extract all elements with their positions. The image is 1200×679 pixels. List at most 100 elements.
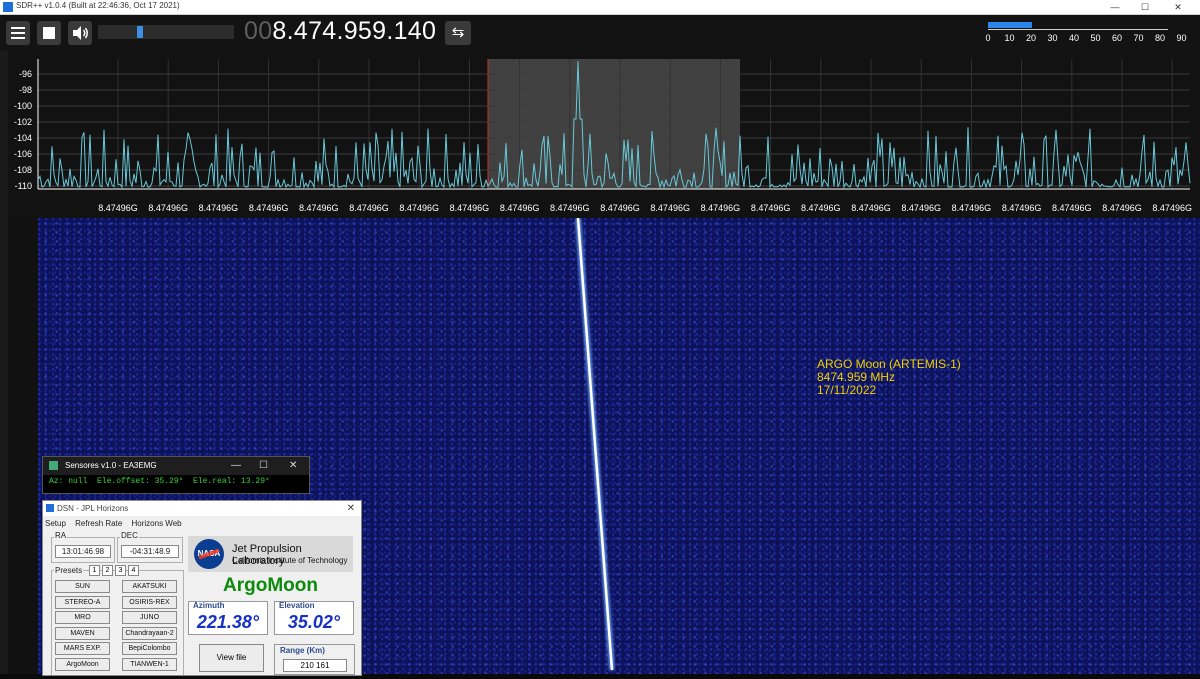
spectrum-panel[interactable]: -96 -98 -100 -102 -104 -106 -108 -110 8.47496G 8.… — [0, 51, 1200, 218]
nasa-logo: NASA — [194, 539, 224, 569]
x-axis-label: 8.47496G — [1052, 203, 1092, 213]
preset-chandrayaan-2-button[interactable]: Chandrayaan-2 — [122, 627, 177, 640]
volume-slider-knob[interactable] — [137, 26, 143, 38]
jpl-banner: NASA Jet Propulsion Laboratory Californi… — [188, 536, 353, 572]
x-axis-label: 8.47496G — [1152, 203, 1192, 213]
close-button[interactable]: ✕ — [1163, 0, 1193, 14]
x-axis-label: 8.47496G — [199, 203, 239, 213]
menu-button[interactable] — [6, 21, 30, 45]
signal-annotation: ARGO Moon (ARTEMIS-1) 8474.959 MHz 17/11… — [817, 358, 961, 397]
x-axis-label: 8.47496G — [851, 203, 891, 213]
x-axis-label: 8.47496G — [952, 203, 992, 213]
x-axis-label: 8.47496G — [600, 203, 640, 213]
dsn-close-button[interactable]: ✕ — [347, 501, 355, 516]
preset-tianwen-1-button[interactable]: TIANWEN-1 — [122, 658, 177, 671]
scale-tick-label: 50 — [1090, 33, 1101, 43]
azimuth-value: 221.38° — [196, 612, 260, 632]
azimuth-box: Azimuth 221.38° — [188, 601, 268, 635]
scale-axis — [988, 29, 1168, 30]
preset-tab-2[interactable]: 2 — [102, 565, 113, 576]
scale-tick-label: 80 — [1154, 33, 1166, 43]
preset-bepicolombo-button[interactable]: BepiColombo — [122, 642, 177, 655]
preset-tab-4[interactable]: 4 — [128, 565, 139, 576]
sensores-minimize-button[interactable]: — — [231, 457, 241, 475]
scale-tick-label: 60 — [1111, 33, 1123, 43]
preset-osiris-rex-button[interactable]: OSIRIS-REX — [122, 596, 177, 609]
preset-stereo-a-button[interactable]: STEREO-A — [55, 596, 110, 609]
scale-tick-label: 20 — [1025, 33, 1037, 43]
sensores-readout: Az: null Ele.offset: 35.29° Ele.real: 13… — [49, 477, 270, 486]
x-axis-label: 8.47496G — [399, 203, 439, 213]
spectrum-plot[interactable]: -96 -98 -100 -102 -104 -106 -108 -110 8.47496G 8.… — [0, 51, 1200, 218]
dsn-menubar: Setup Refresh Rate Horizons Web — [43, 516, 361, 531]
preset-argomoon-button[interactable]: ArgoMoon — [55, 658, 110, 671]
x-axis-label: 8.47496G — [299, 203, 339, 213]
x-axis-label: 8.47496G — [701, 203, 741, 213]
preset-mro-button[interactable]: MRO — [55, 611, 110, 624]
y-axis-label: -98 — [19, 85, 32, 95]
preset-mars-exp-button[interactable]: MARS EXP. — [55, 642, 110, 655]
menu-horizons-web[interactable]: Horizons Web — [132, 519, 182, 528]
dsn-titlebar: DSN - JPL Horizons ✕ — [43, 501, 361, 516]
app-icon — [3, 2, 13, 12]
maximize-button[interactable]: ☐ — [1130, 0, 1160, 14]
frequency-digits: 8.474.959.140 — [272, 17, 437, 45]
preset-sun-button[interactable]: SUN — [55, 580, 110, 593]
scale-tick-label: 10 — [1004, 33, 1015, 43]
x-axis-label: 8.47496G — [249, 203, 289, 213]
x-axis-label: 8.47496G — [550, 203, 590, 213]
jpl-subtitle: California Institute of Technology — [232, 556, 348, 565]
menu-setup[interactable]: Setup — [45, 519, 66, 528]
annotation-date: 17/11/2022 — [817, 383, 877, 397]
view-file-button[interactable]: View file — [199, 644, 264, 672]
y-axis-label: -110 — [15, 181, 32, 191]
sensores-app-icon — [49, 461, 58, 470]
waterfall-scale[interactable]: 0 10 20 30 40 50 60 70 80 90 — [982, 20, 1192, 48]
preset-tab-1[interactable]: 1 — [89, 565, 100, 576]
sensores-maximize-button[interactable]: ☐ — [259, 457, 268, 475]
x-axis-label: 8.47496G — [349, 203, 389, 213]
x-axis-label: 8.47496G — [500, 203, 540, 213]
ra-label: RA — [54, 531, 68, 540]
azimuth-label: Azimuth — [193, 601, 225, 610]
speaker-icon — [73, 26, 88, 40]
range-box: Range (Km) 210 161 — [274, 644, 355, 675]
y-axis-label: -108 — [14, 165, 32, 175]
y-axis-label: -104 — [14, 133, 32, 143]
scale-tick-label: 30 — [1047, 33, 1058, 43]
hamburger-icon — [11, 27, 25, 29]
side-menu-strip — [0, 51, 8, 674]
scale-range-bar[interactable] — [988, 22, 1032, 28]
sensores-close-button[interactable]: ✕ — [289, 457, 297, 475]
spacecraft-name: ArgoMoon — [223, 575, 318, 596]
preset-akatsuki-button[interactable]: AKATSUKI — [122, 580, 177, 593]
x-axis-label: 8.47496G — [98, 203, 138, 213]
scale-tick-label: 70 — [1133, 33, 1144, 43]
swap-icon[interactable]: ⇆ — [445, 21, 471, 45]
sensores-title: Sensores v1.0 - EA3EMG — [65, 461, 157, 470]
preset-maven-button[interactable]: MAVEN — [55, 627, 110, 640]
preset-tab-3[interactable]: 3 — [115, 565, 126, 576]
range-value: 210 161 — [283, 659, 347, 672]
x-axis-label: 8.47496G — [1002, 203, 1042, 213]
dec-field[interactable]: -04:31:48.9 — [121, 545, 179, 558]
window-title: SDR++ v1.0.4 (Built at 22:46:36, Oct 17 … — [16, 1, 180, 10]
dsn-title: DSN - JPL Horizons — [57, 504, 129, 513]
ra-field[interactable]: 13:01:46.98 — [55, 545, 111, 558]
hamburger-icon-bar — [11, 32, 25, 34]
elevation-label: Elevation — [279, 601, 315, 610]
x-axis-label: 8.47496G — [650, 203, 690, 213]
volume-slider[interactable] — [98, 25, 234, 39]
menu-refresh-rate[interactable]: Refresh Rate — [75, 519, 122, 528]
x-axis-label: 8.47496G — [901, 203, 941, 213]
sensores-window: Sensores v1.0 - EA3EMG — ☐ ✕ Az: null El… — [42, 456, 310, 494]
x-axis-label: 8.47496G — [751, 203, 791, 213]
presets-label: Presets — [54, 566, 84, 575]
mute-button[interactable] — [68, 21, 92, 45]
stop-button[interactable] — [37, 21, 61, 45]
frequency-display[interactable]: 008.474.959.140 — [244, 17, 436, 46]
hamburger-icon-bar — [11, 37, 25, 39]
preset-juno-button[interactable]: JUNO — [122, 611, 177, 624]
scale-tick-label: 0 — [985, 33, 991, 43]
minimize-button[interactable]: — — [1100, 0, 1130, 14]
